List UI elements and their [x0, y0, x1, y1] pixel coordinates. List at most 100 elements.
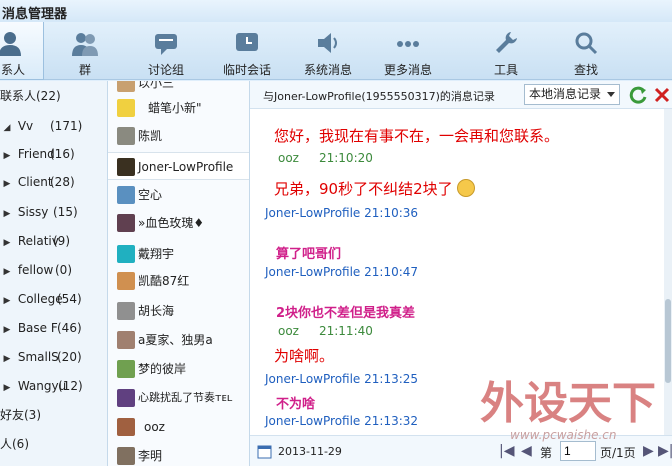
group-item[interactable]: ▶ Base F (46)	[0, 316, 82, 340]
avatar	[117, 214, 135, 232]
tab-label: 临时会话	[222, 63, 271, 77]
avatar	[117, 447, 135, 465]
avatar	[117, 127, 135, 145]
group-item[interactable]: ▶ College (54)	[0, 287, 82, 311]
message-text: 您好，我现在有事不在，一会再和您联系。	[274, 127, 560, 145]
tab-label: 查找	[573, 63, 598, 77]
message-header: ooz 21:11:40	[278, 324, 373, 338]
last-page-icon[interactable]: ▶|	[658, 443, 672, 459]
temp-chat-icon	[236, 33, 258, 51]
tab-label: 群	[78, 63, 91, 77]
tab-label: 系人	[1, 63, 26, 77]
date-label: 2013-11-29	[278, 445, 342, 458]
contact-item[interactable]: 胡长海	[108, 297, 249, 325]
tab-search[interactable]: 查找	[551, 22, 621, 80]
tab-tools[interactable]: 工具	[471, 22, 541, 80]
avatar	[117, 389, 135, 407]
page-suffix: 页/1页	[600, 446, 636, 460]
group-item[interactable]: ▶ Friend (16)	[0, 142, 75, 166]
group-item[interactable]: ▶ fellow (0)	[0, 258, 72, 282]
group-item[interactable]: ▶ Client (28)	[0, 170, 75, 194]
contact-item[interactable]: 梦的彼岸	[108, 355, 249, 383]
title-bar: 消息管理器	[0, 0, 672, 22]
avatar	[117, 302, 135, 320]
contact-item[interactable]: »血色玫瑰♦	[108, 209, 249, 237]
refresh-icon[interactable]	[628, 85, 648, 105]
delete-icon[interactable]	[654, 86, 670, 104]
wrench-icon	[496, 32, 517, 53]
source-select[interactable]: 本地消息记录	[524, 84, 620, 105]
chevron-right-icon: ▶	[3, 151, 11, 161]
contact-item[interactable]: 戴翔宇	[108, 240, 249, 268]
speaker-icon	[318, 33, 337, 53]
group-header[interactable]: 联系人(22)	[0, 84, 61, 108]
tab-discussion[interactable]: 讨论组	[131, 22, 201, 80]
next-page-icon[interactable]: ▶	[643, 443, 654, 459]
tab-contacts[interactable]: 系人	[0, 22, 44, 80]
window-title: 消息管理器	[2, 7, 68, 22]
message-text: 兄弟，90秒了不纠结2块了	[274, 178, 476, 199]
tab-groups[interactable]: 群	[50, 22, 120, 80]
avatar	[117, 272, 135, 290]
contact-item[interactable]: a夏家、独男a	[108, 326, 249, 354]
avatar	[117, 360, 135, 378]
group-item[interactable]: ▶ Wangyu (12)	[0, 374, 83, 398]
group-header[interactable]: 人(6)	[0, 432, 29, 456]
first-page-icon[interactable]: |◀	[499, 443, 514, 459]
group-header[interactable]: 好友(3)	[0, 403, 41, 427]
contact-item[interactable]: 凯酷87红	[108, 267, 249, 295]
page-input[interactable]	[560, 441, 596, 461]
message-text: 2块你也不差但是我真差	[276, 306, 416, 321]
tab-label: 更多消息	[383, 63, 432, 77]
tab-temp-chat[interactable]: 临时会话	[212, 22, 282, 80]
watermark-logo: 外设天下	[480, 378, 656, 429]
emoji-icon	[457, 179, 476, 197]
avatar	[117, 81, 135, 92]
avatar	[117, 245, 135, 263]
contact-icon	[0, 32, 21, 56]
group-item[interactable]: ▶ SmallS (20)	[0, 345, 82, 369]
history-title: 与Joner-LowProfile(1955550317)的消息记录	[263, 90, 495, 103]
avatar	[117, 99, 135, 117]
group-item[interactable]: ◢ Vv (171)	[0, 114, 83, 138]
calendar-icon[interactable]	[257, 444, 272, 459]
avatar	[117, 331, 135, 349]
tab-label: 工具	[493, 63, 518, 77]
chevron-right-icon: ▶	[3, 296, 11, 306]
discussion-icon	[155, 34, 177, 55]
message-header: Joner-LowProfile 21:13:32	[265, 414, 419, 428]
chevron-right-icon: ▶	[3, 383, 11, 393]
chevron-right-icon: ▶	[3, 325, 11, 335]
tab-system-messages[interactable]: 系统消息	[293, 22, 363, 80]
avatar	[117, 158, 135, 176]
page-prefix: 第	[540, 446, 553, 460]
contact-item[interactable]: 空心	[108, 181, 249, 209]
message-header: Joner-LowProfile 21:10:36	[265, 206, 419, 220]
scrollbar-thumb[interactable]	[665, 299, 671, 383]
chevron-right-icon: ▶	[3, 179, 11, 189]
message-text: 算了吧哥们	[276, 247, 342, 262]
chevron-right-icon: ▶	[3, 354, 11, 364]
group-icon	[72, 33, 98, 56]
message-text: 不为啥	[276, 397, 316, 412]
group-item[interactable]: ▶ Sissy (15)	[0, 200, 78, 224]
contact-item-selected[interactable]: Joner-LowProfile	[108, 152, 249, 180]
tab-label: 系统消息	[303, 63, 352, 77]
group-list: 联系人(22) ◢ Vv (171) ▶ Friend (16) ▶ Client(…	[0, 81, 108, 466]
expanded-icon: ◢	[3, 123, 11, 133]
chevron-right-icon: ▶	[3, 209, 11, 219]
scrollbar[interactable]	[664, 109, 672, 435]
tab-more-messages[interactable]: 更多消息	[373, 22, 443, 80]
tab-label: 讨论组	[147, 63, 184, 77]
group-item[interactable]: ▶ Relativ (9)	[0, 229, 70, 253]
contact-item[interactable]: 心跳扰乱了节奏ᴛᴇʟ	[108, 384, 249, 412]
contact-item[interactable]: 陈凯	[108, 122, 249, 150]
contact-item[interactable]: ooz	[108, 413, 249, 441]
contact-item[interactable]: 蜡笔小新"	[108, 94, 249, 122]
prev-page-icon[interactable]: ◀	[521, 443, 532, 459]
message-header: Joner-LowProfile 21:13:25	[265, 372, 419, 386]
toolbar: 系人 群 讨论组 临时会话 系统消息 更多消息 工具 查找	[0, 22, 672, 80]
history-header: 与Joner-LowProfile(1955550317)的消息记录 本地消息记…	[250, 81, 672, 109]
message-header: ooz 21:10:20	[278, 151, 373, 165]
contact-item[interactable]: 李明	[108, 442, 249, 466]
